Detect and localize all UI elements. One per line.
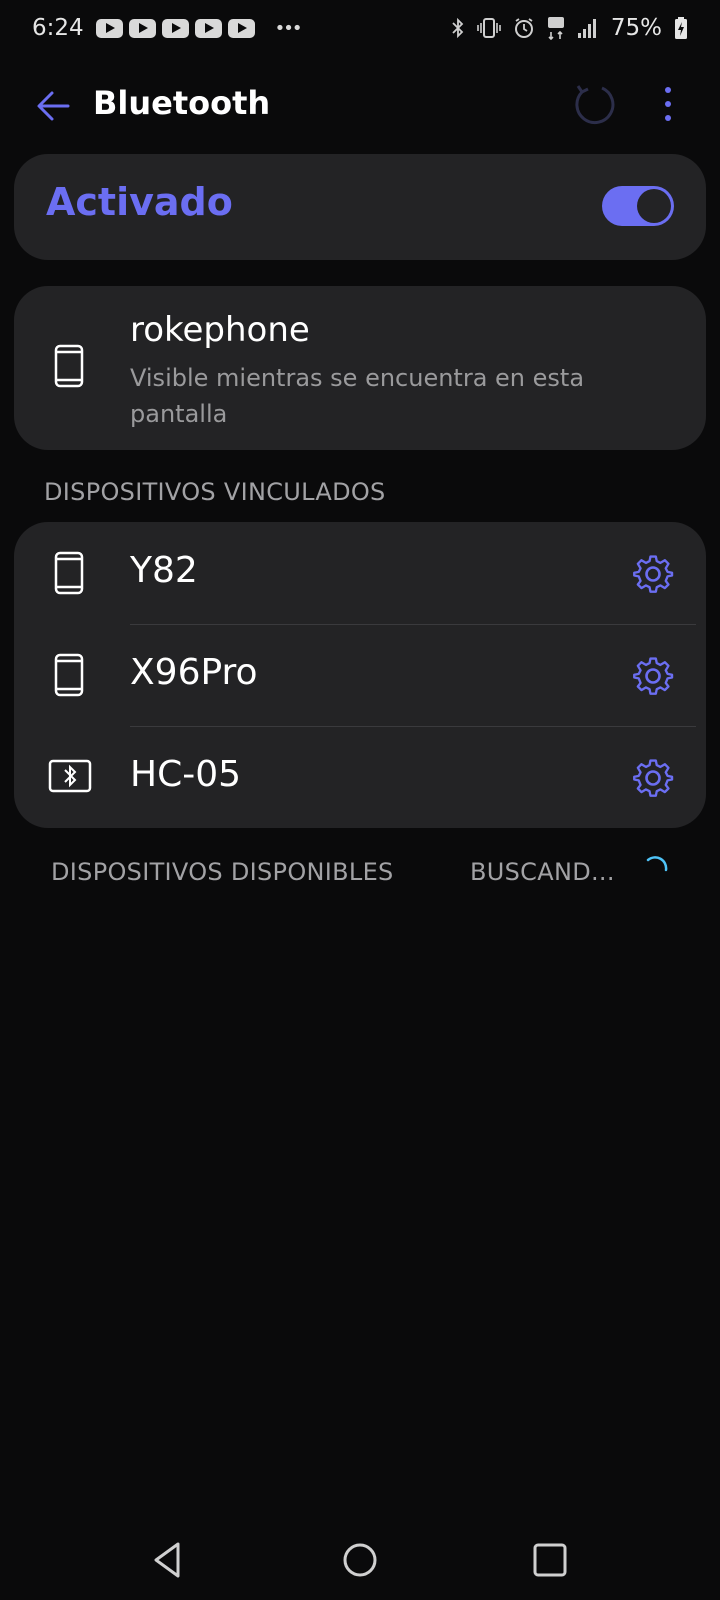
bluetooth-switch[interactable] — [602, 186, 674, 226]
lte-icon — [547, 17, 564, 40]
gear-icon[interactable] — [632, 757, 674, 799]
page-title: Bluetooth — [93, 84, 271, 122]
searching-status: BUSCAND... — [470, 858, 615, 886]
nav-recents-icon[interactable] — [528, 1538, 572, 1582]
device-name: rokephone — [130, 310, 310, 350]
bluetooth-icon — [452, 17, 464, 39]
phone-icon — [54, 653, 84, 697]
youtube-icon — [161, 18, 189, 38]
paired-devices-card: Y82 X96Pro HC-05 — [14, 522, 706, 828]
paired-device-name: Y82 — [130, 550, 198, 591]
battery-percent: 75% — [610, 15, 662, 41]
this-device-card[interactable]: rokephone Visible mientras se encuentra … — [14, 286, 706, 450]
paired-device-name: HC-05 — [130, 754, 242, 795]
youtube-icon — [227, 18, 255, 38]
back-arrow-icon[interactable] — [34, 86, 74, 126]
paired-device-name: X96Pro — [130, 652, 258, 693]
phone-icon — [54, 551, 84, 595]
nav-home-icon[interactable] — [338, 1538, 382, 1582]
paired-device-row[interactable]: Y82 — [14, 522, 706, 624]
available-section-title: DISPOSITIVOS DISPONIBLES — [51, 858, 394, 886]
more-dots-icon: ••• — [274, 17, 303, 39]
battery-icon — [675, 17, 687, 39]
gear-icon[interactable] — [632, 553, 674, 595]
switch-knob — [637, 189, 671, 223]
paired-device-row[interactable]: X96Pro — [14, 624, 706, 726]
paired-device-row[interactable]: HC-05 — [14, 726, 706, 828]
toggle-label: Activado — [46, 180, 233, 224]
bluetooth-toggle-card[interactable]: Activado — [14, 154, 706, 260]
refresh-icon[interactable] — [572, 82, 616, 126]
status-time: 6:24 — [32, 15, 84, 41]
signal-icon — [577, 19, 596, 38]
loading-spinner-icon — [646, 856, 668, 872]
phone-icon — [54, 344, 84, 388]
app-bar: Bluetooth — [0, 70, 720, 144]
gear-icon[interactable] — [632, 655, 674, 697]
overflow-menu-icon[interactable] — [650, 84, 686, 124]
alarm-icon — [514, 18, 533, 38]
paired-section-title: DISPOSITIVOS VINCULADOS — [44, 478, 386, 506]
vibrate-icon — [477, 18, 501, 38]
status-bar: 6:24 ••• 75% — [0, 0, 720, 56]
youtube-icon — [95, 18, 123, 38]
youtube-icon — [194, 18, 222, 38]
bluetooth-device-icon — [48, 759, 92, 793]
navigation-bar — [0, 1520, 720, 1600]
device-visibility-text: Visible mientras se encuentra en esta pa… — [130, 364, 585, 428]
nav-back-icon[interactable] — [146, 1538, 190, 1582]
youtube-icon — [128, 18, 156, 38]
